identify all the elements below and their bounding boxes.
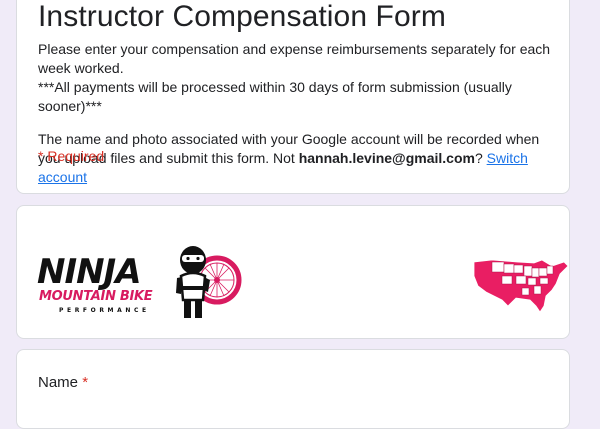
logo-word: NINJA [37, 252, 142, 292]
ninja-logo-icon [176, 246, 242, 318]
form-header-card: Instructor Compensation Form Please ente… [16, 0, 570, 194]
logo-tagline: PERFORMANCE [59, 307, 150, 314]
description-line-1: Please enter your compensation and expen… [38, 41, 551, 76]
us-map-icon [473, 259, 569, 313]
form-title: Instructor Compensation Form [38, 0, 446, 33]
logo-subtitle: MOUNTAIN BIKE [39, 289, 153, 304]
question-card-name: Name * [16, 349, 570, 429]
ninja-mountain-bike-logo: NINJA MOUNTAIN BIKE PERFORMANCE [35, 244, 245, 324]
required-note: * Required [38, 148, 105, 164]
account-email: hannah.levine@gmail.com [298, 150, 475, 166]
account-notice-suffix: ? [474, 150, 483, 166]
description-line-2: ***All payments will be processed within… [38, 79, 512, 114]
question-label: Name [38, 374, 79, 391]
banner-card: NINJA MOUNTAIN BIKE PERFORMANCE [16, 205, 570, 339]
form-description: Please enter your compensation and expen… [38, 40, 558, 187]
question-title-name: Name * [38, 374, 88, 391]
required-asterisk: * [82, 374, 89, 391]
account-notice: The name and photo associated with your … [38, 130, 558, 187]
